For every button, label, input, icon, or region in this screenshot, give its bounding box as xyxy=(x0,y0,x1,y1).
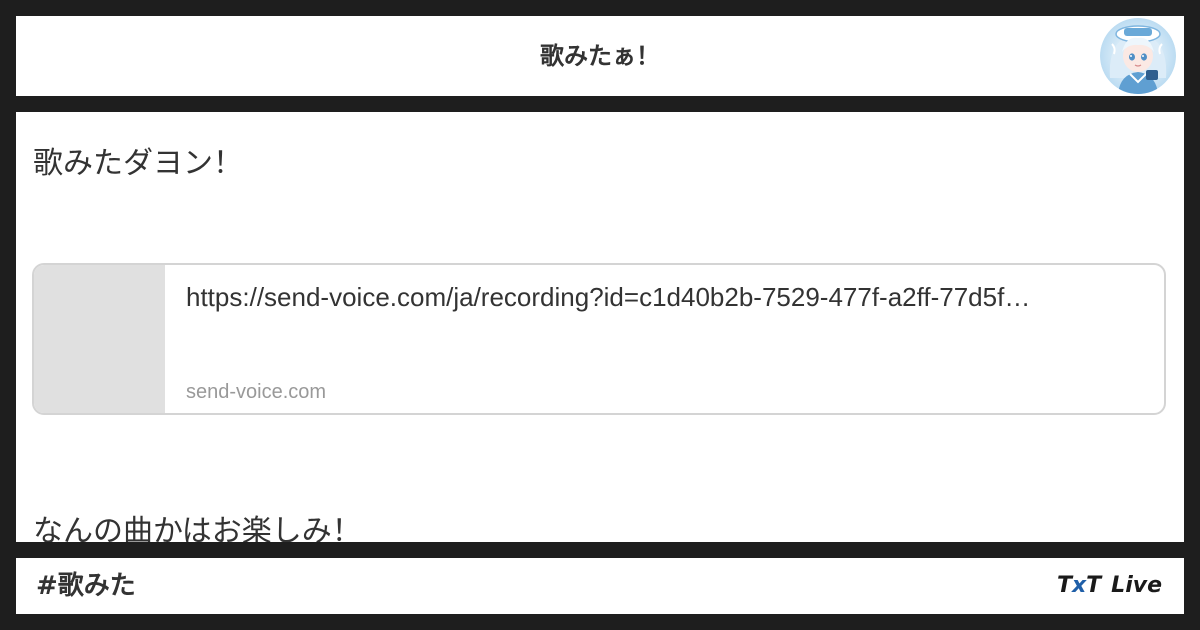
brand-logo: TxT Live xyxy=(1057,558,1162,614)
avatar-icon xyxy=(1100,18,1176,94)
brand-logo-t2: T xyxy=(1086,573,1102,598)
post-text-line-1: 歌みたダヨン！ xyxy=(33,146,243,181)
brand-logo-t1: T xyxy=(1056,573,1072,598)
brand-logo-live: Live xyxy=(1111,573,1162,598)
link-url[interactable]: https://send-voice.com/ja/recording?id=c… xyxy=(186,282,1158,313)
post-body: 歌みたダヨン！ https://send-voice.com/ja/record… xyxy=(16,112,1184,542)
footer-bar: #歌みた TxT Live xyxy=(16,558,1184,614)
hashtag-link[interactable]: #歌みた xyxy=(36,558,136,614)
link-preview-card[interactable]: https://send-voice.com/ja/recording?id=c… xyxy=(32,263,1166,415)
post-text-line-2: なんの曲かはお楽しみ！ xyxy=(33,514,362,542)
link-domain: send-voice.com xyxy=(186,381,327,403)
brand-logo-x: x xyxy=(1071,573,1087,598)
link-thumbnail xyxy=(34,265,165,413)
avatar[interactable] xyxy=(1100,18,1176,94)
header-bar: 歌みたぁ！ xyxy=(16,16,1184,96)
page-title: 歌みたぁ！ xyxy=(540,42,660,70)
